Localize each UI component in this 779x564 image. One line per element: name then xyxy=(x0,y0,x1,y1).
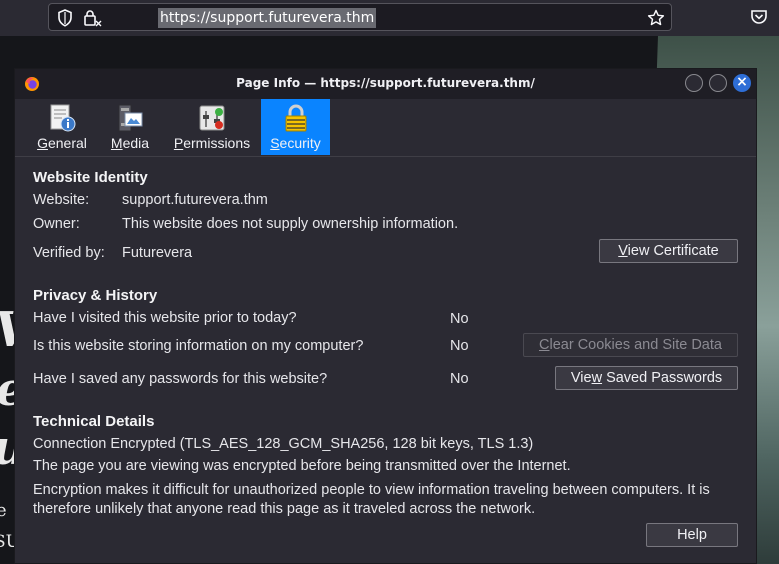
visited-question: Have I visited this website prior to tod… xyxy=(33,310,297,326)
tab-security[interactable]: Security xyxy=(261,99,330,155)
privacy-history-heading: Privacy & History xyxy=(33,287,158,304)
visited-answer: No xyxy=(450,311,469,327)
tracking-protection-shield-icon[interactable] xyxy=(57,9,73,31)
url-text[interactable]: https://support.futurevera.thm xyxy=(158,8,377,28)
tab-media-label: Media xyxy=(110,135,150,151)
tab-permissions[interactable]: Permissions xyxy=(168,99,256,155)
page-info-dialog: Page Info — https://support.futurevera.t… xyxy=(14,68,757,564)
encryption-explanation-line2: therefore unlikely that anyone read this… xyxy=(33,501,536,517)
background-text-fragment: e xyxy=(0,500,7,521)
view-saved-passwords-button[interactable]: View Saved Passwords xyxy=(555,366,738,390)
verified-by-label: Verified by: xyxy=(33,245,105,261)
connection-lock-icon[interactable] xyxy=(83,9,103,31)
close-button[interactable]: × xyxy=(733,74,751,92)
encryption-notice-text: The page you are viewing was encrypted b… xyxy=(33,458,571,474)
storing-answer: No xyxy=(450,338,469,354)
website-value: support.futurevera.thm xyxy=(122,192,268,208)
permissions-icon xyxy=(197,103,227,133)
maximize-button[interactable] xyxy=(709,74,727,92)
lock-icon xyxy=(281,103,311,133)
view-certificate-button[interactable]: View Certificate xyxy=(599,239,738,263)
dialog-title: Page Info — https://support.futurevera.t… xyxy=(236,76,535,90)
owner-label: Owner: xyxy=(33,216,80,232)
clear-cookies-button[interactable]: Clear Cookies and Site Data xyxy=(523,333,738,357)
tab-general-label: General xyxy=(37,135,87,151)
browser-toolbar: https://support.futurevera.thm xyxy=(0,0,779,36)
owner-value: This website does not supply ownership i… xyxy=(122,216,459,232)
media-icon xyxy=(115,103,145,133)
tab-general[interactable]: General xyxy=(32,99,92,155)
pocket-icon[interactable] xyxy=(750,8,768,30)
technical-details-heading: Technical Details xyxy=(33,413,155,430)
tab-security-label: Security xyxy=(270,135,321,151)
general-info-icon xyxy=(47,103,77,133)
connection-encrypted-text: Connection Encrypted (TLS_AES_128_GCM_SH… xyxy=(33,436,534,452)
passwords-question: Have I saved any passwords for this webs… xyxy=(33,371,328,387)
passwords-answer: No xyxy=(450,371,469,387)
encryption-explanation-line1: Encryption makes it difficult for unauth… xyxy=(33,482,710,498)
website-identity-heading: Website Identity xyxy=(33,169,148,186)
url-bar[interactable]: https://support.futurevera.thm xyxy=(48,3,672,31)
page-info-tabs: General Media Permissions Security xyxy=(15,99,756,157)
minimize-button[interactable] xyxy=(685,74,703,92)
dialog-titlebar[interactable]: Page Info — https://support.futurevera.t… xyxy=(15,69,756,99)
storing-question: Is this website storing information on m… xyxy=(33,338,364,354)
close-icon: × xyxy=(736,74,748,90)
bookmark-star-icon[interactable] xyxy=(647,9,665,31)
tab-permissions-label: Permissions xyxy=(173,135,251,151)
verified-by-value: Futurevera xyxy=(122,245,193,261)
help-button[interactable]: Help xyxy=(646,523,738,547)
website-label: Website: xyxy=(33,192,90,208)
tab-media[interactable]: Media xyxy=(106,99,154,155)
